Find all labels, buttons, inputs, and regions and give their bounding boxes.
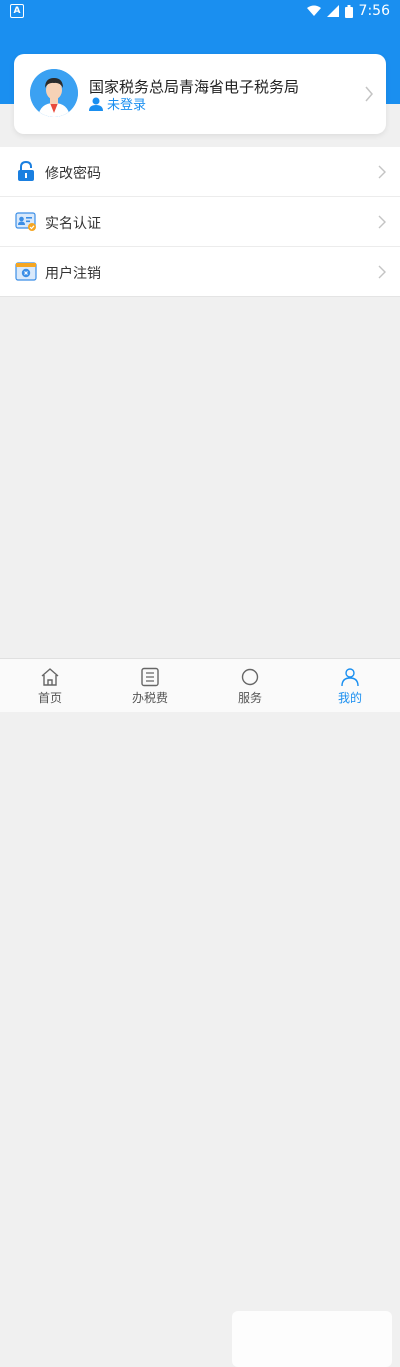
id-card-icon bbox=[15, 212, 36, 231]
login-status-label: 未登录 bbox=[107, 98, 147, 113]
tab-service[interactable]: 服务 bbox=[200, 659, 300, 712]
service-icon bbox=[241, 668, 259, 686]
profile-card[interactable]: 国家税务总局青海省电子税务局 未登录 bbox=[14, 54, 386, 134]
avatar bbox=[30, 69, 78, 117]
tab-label: 我的 bbox=[337, 691, 362, 705]
profile-icon bbox=[341, 668, 359, 687]
home-icon bbox=[41, 668, 59, 686]
menu-item-user-logout[interactable]: 用户注销 bbox=[0, 247, 400, 297]
menu-item-label: 修改密码 bbox=[45, 166, 101, 182]
tab-profile[interactable]: 我的 bbox=[300, 659, 400, 712]
tab-label: 首页 bbox=[37, 691, 62, 705]
clock: 7:56 bbox=[358, 3, 390, 19]
tab-label: 服务 bbox=[237, 691, 262, 705]
tab-tax-handling[interactable]: 办税费 bbox=[100, 659, 200, 712]
menu-item-label: 用户注销 bbox=[45, 266, 101, 282]
status-bar: A 7:56 bbox=[0, 0, 400, 24]
settings-menu: 修改密码 实名认证 用户注销 bbox=[0, 147, 400, 297]
tab-label: 办税费 bbox=[131, 691, 168, 705]
notification-icon: A bbox=[10, 4, 24, 18]
lock-icon bbox=[18, 160, 34, 181]
menu-item-change-password[interactable]: 修改密码 bbox=[0, 147, 400, 197]
tab-home[interactable]: 首页 bbox=[0, 659, 100, 712]
logout-card-icon bbox=[15, 262, 37, 281]
chevron-right-icon bbox=[378, 265, 386, 279]
login-status[interactable]: 未登录 bbox=[89, 94, 146, 113]
chevron-right-icon bbox=[378, 165, 386, 179]
watermark-overlay bbox=[232, 1311, 392, 1367]
list-icon bbox=[141, 667, 159, 687]
wifi-icon bbox=[306, 5, 321, 16]
chevron-right-icon bbox=[378, 215, 386, 229]
menu-item-label: 实名认证 bbox=[45, 216, 101, 232]
user-icon bbox=[89, 97, 103, 111]
chevron-right-icon bbox=[365, 86, 373, 102]
battery-icon bbox=[344, 4, 353, 18]
menu-item-real-name-auth[interactable]: 实名认证 bbox=[0, 197, 400, 247]
signal-icon bbox=[326, 5, 339, 17]
bottom-tab-bar: 首页 办税费 服务 我的 bbox=[0, 658, 400, 1367]
